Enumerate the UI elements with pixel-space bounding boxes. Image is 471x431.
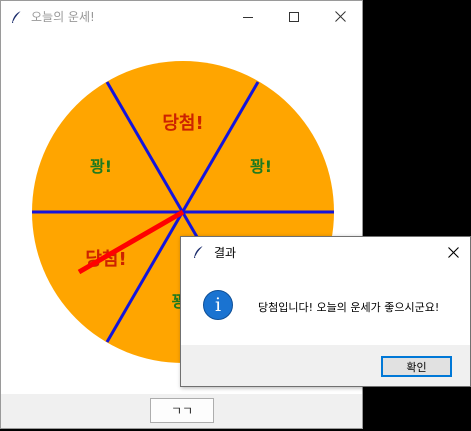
minimize-button[interactable] <box>225 1 271 32</box>
segment-label: 당첨! <box>162 113 203 134</box>
dialog-footer: 확인 <box>181 345 470 386</box>
close-button[interactable] <box>317 1 363 32</box>
maximize-button[interactable] <box>271 1 317 32</box>
segment-label: 꽝! <box>250 157 272 176</box>
dialog-title: 결과 <box>214 245 237 260</box>
feather-icon <box>10 10 24 24</box>
maximize-icon <box>289 11 299 22</box>
dialog-titlebar[interactable]: 결과 <box>181 237 470 267</box>
info-icon: i <box>203 290 233 320</box>
feather-icon <box>192 245 206 259</box>
window-title: 오늘의 운세! <box>31 10 95 24</box>
spin-button[interactable]: ㄱㄱ <box>150 398 214 423</box>
close-icon <box>334 11 346 22</box>
dialog-close-button[interactable] <box>436 237 470 267</box>
dialog-message: 당첨입니다! 오늘의 운세가 좋으시군요! <box>258 301 440 314</box>
close-icon <box>447 246 459 258</box>
ok-button[interactable]: 확인 <box>381 356 452 377</box>
segment-label: 꽝! <box>90 157 112 176</box>
minimize-icon <box>243 16 253 18</box>
main-titlebar[interactable]: 오늘의 운세! <box>1 1 362 32</box>
result-dialog: 결과 i 당첨입니다! 오늘의 운세가 좋으시군요! 확인 <box>180 236 471 387</box>
